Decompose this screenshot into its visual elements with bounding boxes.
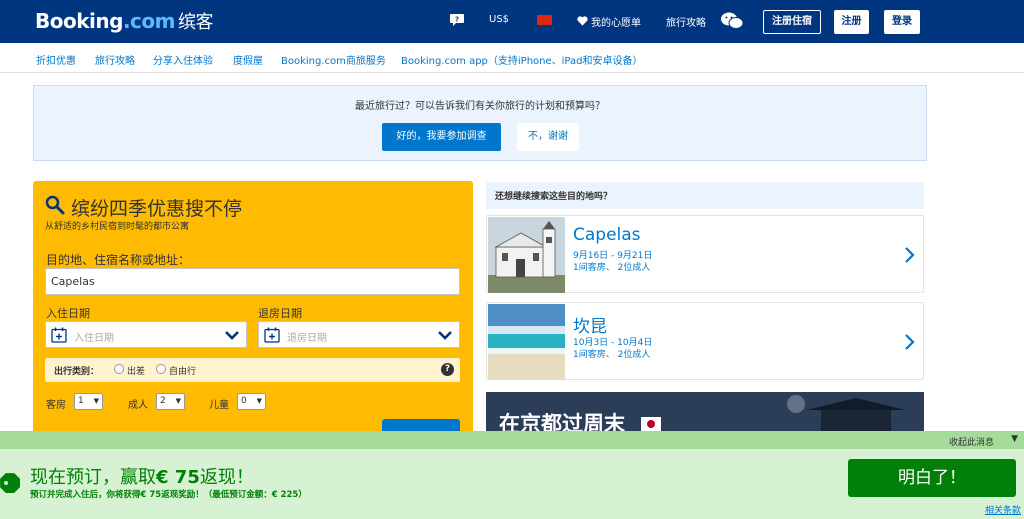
currency-selector[interactable]: US$ bbox=[489, 14, 509, 25]
select-arrow-icon: ▼ bbox=[256, 397, 262, 405]
trip-guide-link[interactable]: 旅行攻略 bbox=[666, 14, 706, 29]
pagoda-silhouette bbox=[787, 395, 906, 432]
survey-no-button[interactable]: 不，谢谢 bbox=[517, 123, 579, 151]
wishlist-link[interactable]: 我的心愿单 bbox=[591, 14, 641, 29]
children-label: 儿童 bbox=[209, 400, 229, 411]
rooms-select[interactable]: 1 ▼ bbox=[74, 393, 103, 410]
trip-leisure-radio[interactable] bbox=[156, 364, 166, 374]
nav-app[interactable]: Booking.com app（支持iPhone、iPad和安卓设备） bbox=[401, 52, 642, 67]
notice-title: 现在预订，赢取€ 75返现！ bbox=[30, 467, 254, 488]
nav-trip-guide[interactable]: 旅行攻略 bbox=[95, 52, 135, 67]
recent-search-card[interactable]: 坎昆 10月3日 - 10月4日 1间客房、 2位成人 bbox=[486, 302, 924, 380]
chevron-right-icon[interactable] bbox=[903, 246, 915, 264]
checkout-date-field[interactable]: 退房日期 bbox=[258, 321, 460, 348]
chevron-right-icon[interactable] bbox=[903, 333, 915, 351]
beach-thumbnail bbox=[488, 304, 565, 380]
recent-searches-title: 还想继续搜索这些目的地吗？ bbox=[495, 192, 613, 202]
trip-business-radio[interactable] bbox=[114, 364, 124, 374]
nav-share-experience[interactable]: 分享入住体验 bbox=[153, 52, 213, 67]
heart-icon[interactable] bbox=[577, 16, 588, 26]
recent-search-card[interactable]: Capelas 9月16日 - 9月21日 1间客房、 2位成人 bbox=[486, 215, 924, 293]
select-arrow-icon: ▼ bbox=[175, 397, 181, 405]
survey-banner: 最近旅行过？可以告诉我们有关你旅行的计划和预算吗？ 好的，我要参加调查 不，谢谢 bbox=[33, 85, 927, 161]
survey-yes-button[interactable]: 好的，我要参加调查 bbox=[382, 123, 501, 151]
got-it-button[interactable]: 明白了！ bbox=[848, 459, 1016, 497]
help-icon[interactable]: ? bbox=[441, 363, 454, 376]
checkin-label: 入住日期 bbox=[46, 307, 90, 320]
nav-deals[interactable]: 折扣优惠 bbox=[36, 52, 76, 67]
destination-name[interactable]: Capelas bbox=[573, 225, 641, 245]
search-title: 缤纷四季优惠搜不停 bbox=[71, 198, 243, 220]
price-tag-icon bbox=[0, 473, 20, 493]
calendar-icon bbox=[51, 327, 67, 343]
select-arrow-icon: ▼ bbox=[93, 397, 99, 405]
login-button[interactable]: 登录 bbox=[884, 10, 920, 34]
calendar-icon bbox=[264, 327, 280, 343]
nav-vacation-rentals[interactable]: 度假屋 bbox=[233, 52, 263, 67]
promo-title: 在京都过周末 bbox=[499, 412, 625, 432]
notice-subtitle: 预订并完成入住后，你将获得€ 75返现奖励！（最低预订金额：€ 225） bbox=[30, 490, 307, 500]
trip-business-label[interactable]: 出差 bbox=[127, 364, 145, 377]
children-select[interactable]: 0 ▼ bbox=[237, 393, 266, 410]
checkout-placeholder: 退房日期 bbox=[287, 333, 327, 344]
chevron-down-icon[interactable] bbox=[437, 328, 453, 342]
trip-leisure-label[interactable]: 自由行 bbox=[169, 364, 196, 377]
nav-business[interactable]: Booking.com商旅服务 bbox=[281, 52, 386, 67]
wechat-icon[interactable] bbox=[721, 12, 743, 30]
adults-select[interactable]: 2 ▼ bbox=[156, 393, 185, 410]
register-button[interactable]: 注册 bbox=[834, 10, 869, 34]
destination-guests: 1间客房、 2位成人 bbox=[573, 350, 651, 360]
secondary-nav: 折扣优惠 旅行攻略 分享入住体验 度假屋 Booking.com商旅服务 Boo… bbox=[0, 43, 1024, 73]
register-property-button[interactable]: 注册住宿 bbox=[763, 10, 821, 34]
trip-type-row: 出行类别： 出差 自由行 ? bbox=[45, 358, 460, 382]
recent-searches-heading: 还想继续搜索这些目的地吗？ bbox=[486, 182, 924, 209]
svg-text:?: ? bbox=[455, 16, 459, 24]
japan-flag-icon bbox=[641, 417, 661, 431]
notice-header: 收起此消息 ▼ bbox=[0, 432, 1024, 449]
destination-guests: 1间客房、 2位成人 bbox=[573, 263, 651, 273]
chat-icon[interactable]: ? bbox=[450, 14, 464, 27]
destination-label: 目的地、住宿名称或地址： bbox=[46, 253, 191, 267]
checkout-label: 退房日期 bbox=[258, 307, 302, 320]
booking-logo[interactable]: Booking.com 缤客 bbox=[35, 8, 213, 34]
trip-type-label: 出行类别： bbox=[54, 367, 100, 377]
collapse-message-link[interactable]: 收起此消息 bbox=[949, 435, 994, 448]
collapse-arrow-icon[interactable]: ▼ bbox=[1011, 434, 1018, 444]
survey-question: 最近旅行过？可以告诉我们有关你旅行的计划和预算吗？ bbox=[355, 101, 605, 112]
terms-link[interactable]: 相关条款 bbox=[985, 503, 1021, 516]
chevron-down-icon[interactable] bbox=[224, 328, 240, 342]
destination-input[interactable]: Capelas bbox=[45, 268, 460, 295]
search-icon bbox=[45, 195, 65, 215]
search-panel: 缤纷四季优惠搜不停 从舒适的乡村民宿到时髦的都市公寓 目的地、住宿名称或地址： … bbox=[33, 181, 473, 441]
cashback-notice: 收起此消息 ▼ 现在预订，赢取€ 75返现！ 预订并完成入住后，你将获得€ 75… bbox=[0, 431, 1024, 519]
destination-name[interactable]: 坎昆 bbox=[573, 312, 607, 337]
kyoto-promo-banner[interactable]: 在京都过周末 bbox=[486, 392, 924, 432]
checkin-placeholder: 入住日期 bbox=[74, 333, 114, 344]
adults-label: 成人 bbox=[128, 400, 148, 411]
rooms-label: 客房 bbox=[46, 400, 66, 411]
checkin-date-field[interactable]: 入住日期 bbox=[45, 321, 247, 348]
language-flag-icon[interactable] bbox=[537, 15, 552, 25]
search-subtitle: 从舒适的乡村民宿到时髦的都市公寓 bbox=[45, 222, 190, 232]
top-header: Booking.com 缤客 ? US$ 我的心愿单 旅行攻略 注册住宿 注册 登… bbox=[0, 0, 1024, 43]
church-thumbnail bbox=[488, 217, 565, 293]
